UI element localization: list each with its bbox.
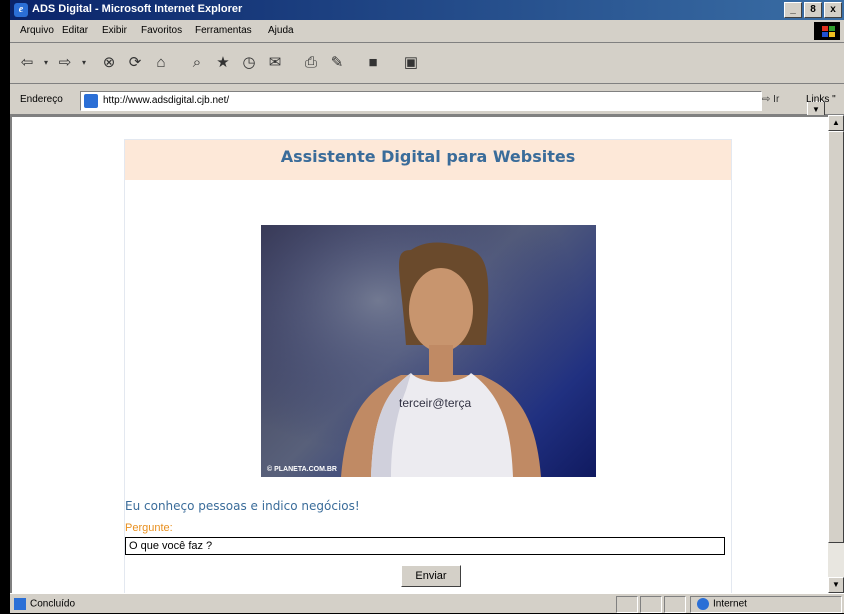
page-icon [84,94,98,108]
mail-icon[interactable]: ✉ [264,53,286,73]
status-message: Concluído [14,598,75,610]
favorites-icon[interactable]: ★ [212,53,234,73]
scroll-thumb[interactable] [828,131,844,543]
windows-logo-icon [814,22,840,40]
menu-favoritos[interactable]: Favoritos [141,25,182,36]
address-url[interactable]: http://www.adsdigital.cjb.net/ [103,95,229,106]
vertical-scrollbar[interactable]: ▲ ▼ [828,115,844,593]
status-text: Concluído [30,598,76,610]
address-bar: Endereço http://www.adsdigital.cjb.net/ … [10,84,844,119]
menu-exibir[interactable]: Exibir [102,25,127,36]
go-arrow-icon: ⇨ [762,94,771,105]
stop-icon[interactable]: ⊗ [98,53,120,73]
back-dropdown-icon[interactable]: ▾ [40,53,52,73]
browser-window: e ADS Digital - Microsoft Internet Explo… [10,0,844,613]
minimize-button[interactable]: _ [784,2,802,18]
menu-arquivo[interactable]: Arquivo [20,25,54,36]
back-icon[interactable]: ⇦ [16,53,38,73]
scroll-up-icon[interactable]: ▲ [828,115,844,131]
assistant-figure [261,225,596,477]
window-title: ADS Digital - Microsoft Internet Explore… [32,3,243,15]
status-cell [616,596,638,613]
address-label: Endereço [20,94,63,105]
scroll-down-icon[interactable]: ▼ [828,577,844,593]
toolbar: ⇦ ▾ ⇨ ▾ ⊗ ⟳ ⌂ ⌕ ★ ◷ ✉ ⎙ ✎ ■ ▣ [10,43,844,84]
done-page-icon [14,598,26,610]
menu-editar[interactable]: Editar [62,25,88,36]
question-input[interactable] [125,537,725,555]
assistant-panel: Assistente Digital para Websites © PLANE… [124,139,732,593]
security-zone: Internet [697,598,747,610]
search-icon[interactable]: ⌕ [186,53,208,73]
messenger-icon[interactable]: ▣ [400,53,422,73]
shirt-text: terceir@terça [399,396,472,410]
send-button[interactable]: Enviar [401,565,461,587]
status-bar: Concluído Internet [10,593,844,614]
menu-bar: Arquivo Editar Exibir Favoritos Ferramen… [10,20,844,43]
title-bar: e ADS Digital - Microsoft Internet Explo… [10,0,844,20]
page-viewport: Assistente Digital para Websites © PLANE… [10,115,828,593]
image-copyright: © PLANETA.COM.BR [267,466,337,473]
status-cell [664,596,686,613]
home-icon[interactable]: ⌂ [150,53,172,73]
assistant-answer: Eu conheço pessoas e indico negócios! [125,499,360,513]
history-icon[interactable]: ◷ [238,53,260,73]
go-label: Ir [773,94,780,105]
maximize-button[interactable]: 8 [804,2,822,18]
forward-dropdown-icon[interactable]: ▾ [78,53,90,73]
question-label: Pergunte: [125,522,173,534]
menu-ajuda[interactable]: Ajuda [268,25,294,36]
links-button[interactable]: Links " [806,94,836,105]
go-button[interactable]: ⇨ Ir [762,94,779,105]
close-button[interactable]: x [824,2,842,18]
print-icon[interactable]: ⎙ [300,53,322,73]
ie-logo-icon: e [14,3,28,17]
address-field[interactable]: http://www.adsdigital.cjb.net/ ▼ [80,91,825,119]
refresh-icon[interactable]: ⟳ [124,53,146,73]
menu-ferramentas[interactable]: Ferramentas [195,25,252,36]
discuss-icon[interactable]: ■ [362,53,384,73]
assistant-image: © PLANETA.COM.BR terceir@terça [261,225,596,477]
globe-icon [697,598,709,610]
zone-label: Internet [713,598,747,610]
page-title: Assistente Digital para Websites [125,140,731,180]
status-cell [640,596,662,613]
edit-icon[interactable]: ✎ [326,53,348,73]
forward-icon[interactable]: ⇨ [54,53,76,73]
